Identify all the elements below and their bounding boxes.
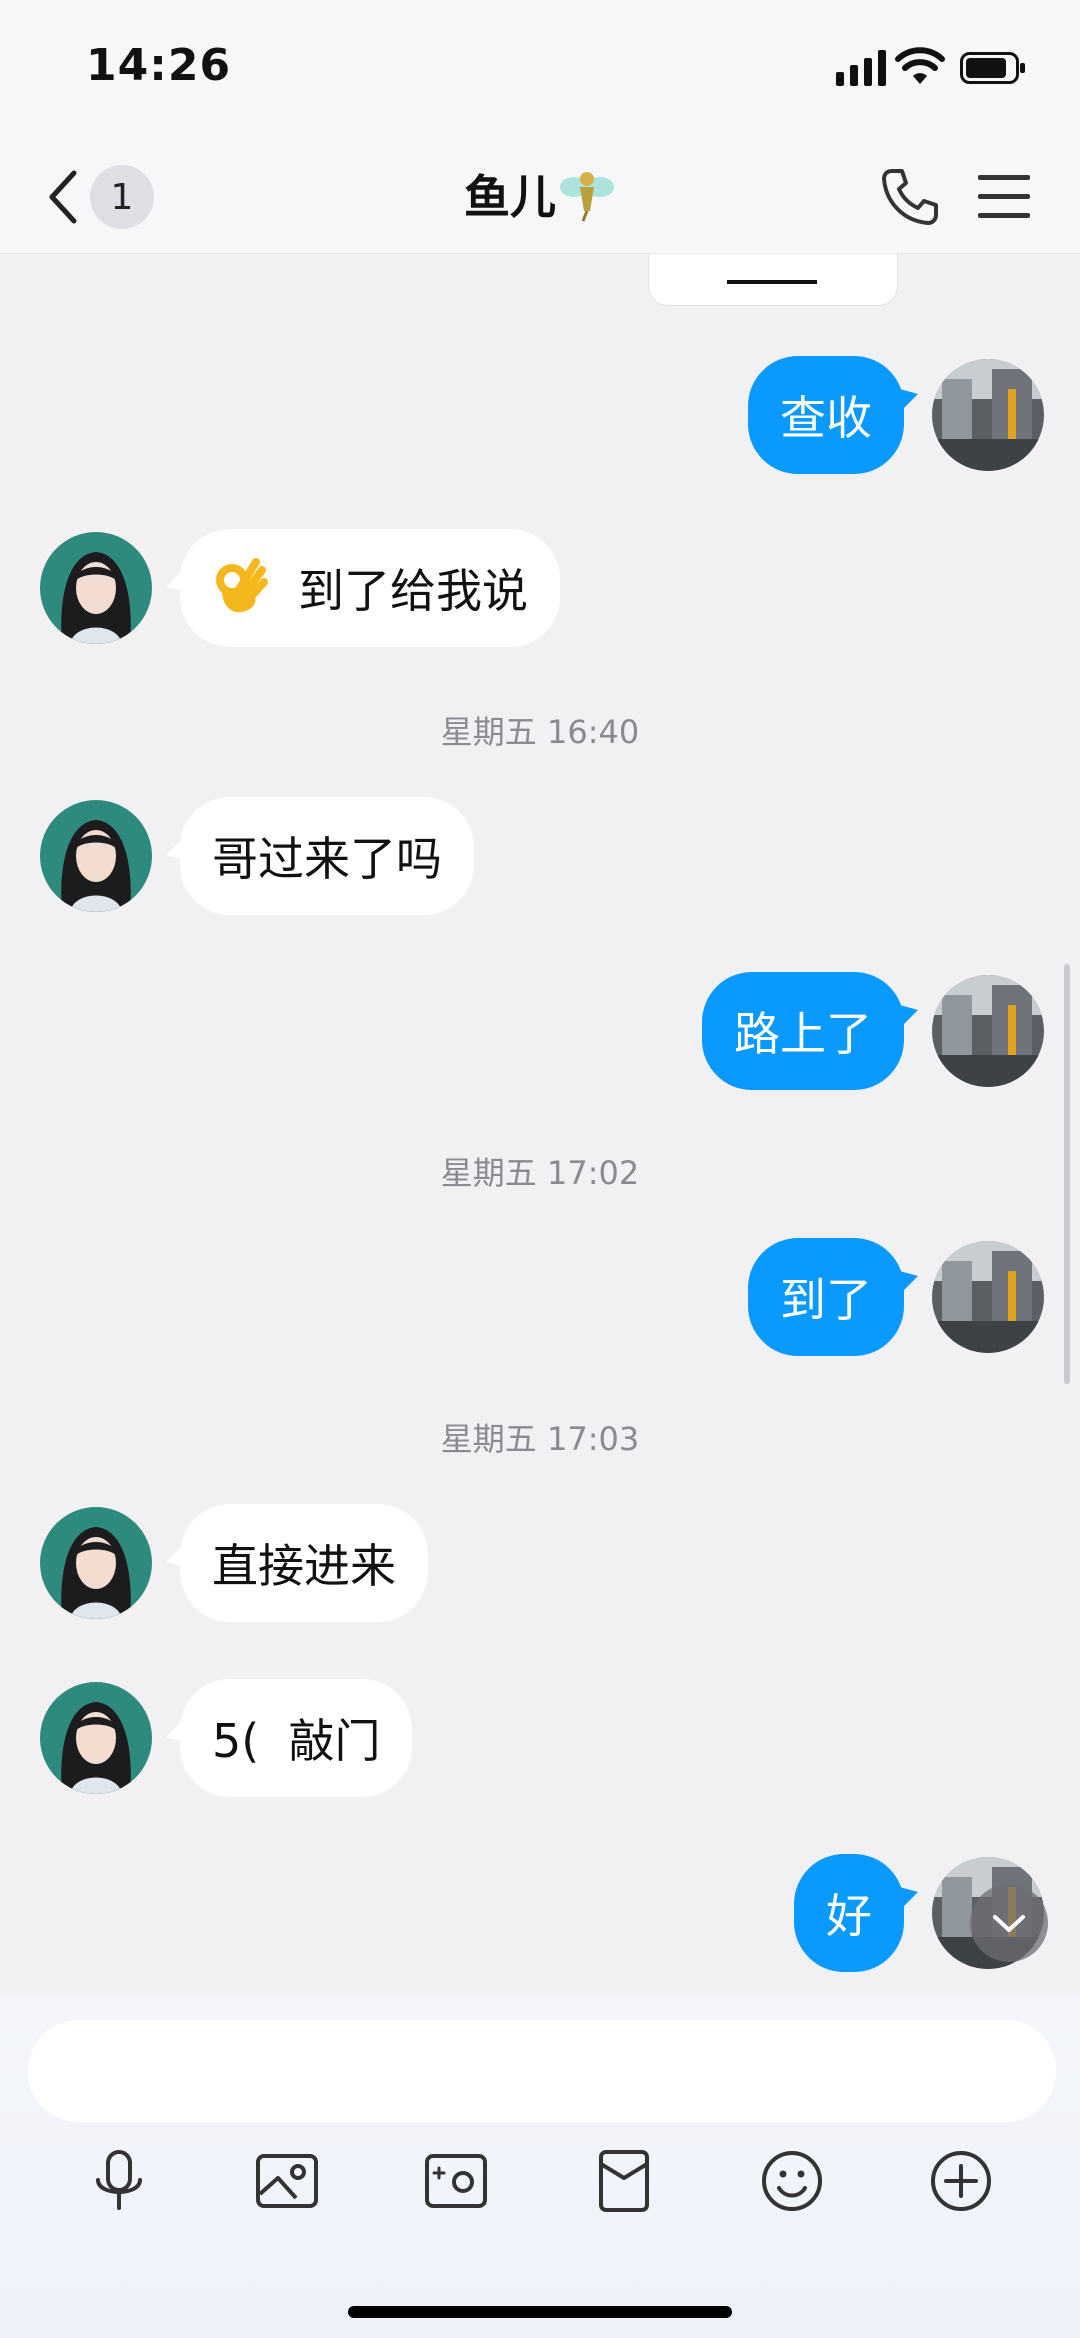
message-text: 到了 [780,1273,872,1327]
message-incoming: 直接进来 [40,1504,428,1622]
time-separator: 星期五 17:02 [440,1154,640,1192]
my-avatar[interactable] [932,1241,1044,1353]
my-avatar[interactable] [932,359,1044,471]
message-bubble[interactable]: 到了 [748,1238,904,1356]
status-time: 14:26 [86,40,232,91]
contact-avatar[interactable] [40,800,152,912]
message-bubble[interactable]: 哥过来了吗 [180,797,474,915]
scroll-to-bottom-button[interactable] [970,1884,1048,1962]
microphone-icon[interactable] [84,2146,154,2216]
contact-avatar[interactable] [40,1682,152,1794]
status-bar: 14:26 [0,0,1080,135]
message-bubble[interactable]: 查收 [748,356,904,474]
time-separator: 星期五 16:40 [440,713,640,751]
message-incoming: 哥过来了吗 [40,797,474,915]
message-incoming: 5( 敲门 [40,1679,413,1797]
message-outgoing: 查收 [748,356,1044,474]
fairy-emoji-icon [560,172,614,222]
wifi-icon [895,47,945,84]
red-packet-icon[interactable] [589,2146,659,2216]
cellular-signal-icon [836,50,886,86]
message-outgoing: 路上了 [702,972,1044,1090]
message-text: 查收 [780,391,872,445]
composer-bar [0,1996,1080,2338]
chat-header: 1 鱼儿 [0,135,1080,254]
phone-call-icon[interactable] [878,165,942,229]
contact-name: 鱼儿 [464,170,556,224]
menu-icon[interactable] [976,169,1032,225]
message-text: 哥过来了吗 [212,832,442,886]
home-indicator[interactable] [348,2306,732,2318]
message-text: 路上了 [734,1007,872,1061]
battery-icon [960,52,1025,84]
camera-icon[interactable] [421,2146,491,2216]
message-incoming: 到了给我说 [40,529,560,647]
message-list[interactable]: 查收 到了给我说 星期五 16:40 哥过来了吗 路上了 星期五 17:02 到… [0,254,1080,1996]
message-text: 5( 敲门 [212,1714,381,1768]
ok-hand-emoji-icon [216,558,268,613]
message-outgoing: 到了 [748,1238,1044,1356]
contact-avatar[interactable] [40,532,152,644]
my-avatar[interactable] [932,975,1044,1087]
message-bubble[interactable]: 直接进来 [180,1504,428,1622]
chevron-down-icon [993,1915,1025,1932]
message-text: 直接进来 [212,1539,396,1593]
time-separator: 星期五 17:03 [440,1420,640,1458]
message-text: 好 [826,1889,872,1943]
message-bubble[interactable]: 路上了 [702,972,904,1090]
message-input[interactable] [28,2020,1056,2122]
message-bubble[interactable]: 到了给我说 [180,529,560,647]
message-bubble[interactable]: 好 [794,1854,904,1972]
image-icon[interactable] [252,2146,322,2216]
contact-avatar[interactable] [40,1507,152,1619]
message-text: 到了给我说 [298,564,528,618]
message-bubble[interactable]: 5( 敲门 [180,1679,413,1797]
emoji-icon[interactable] [757,2146,827,2216]
scrollbar-thumb[interactable] [1064,964,1070,1384]
plus-icon[interactable] [926,2146,996,2216]
shared-card-remnant[interactable] [648,254,898,306]
